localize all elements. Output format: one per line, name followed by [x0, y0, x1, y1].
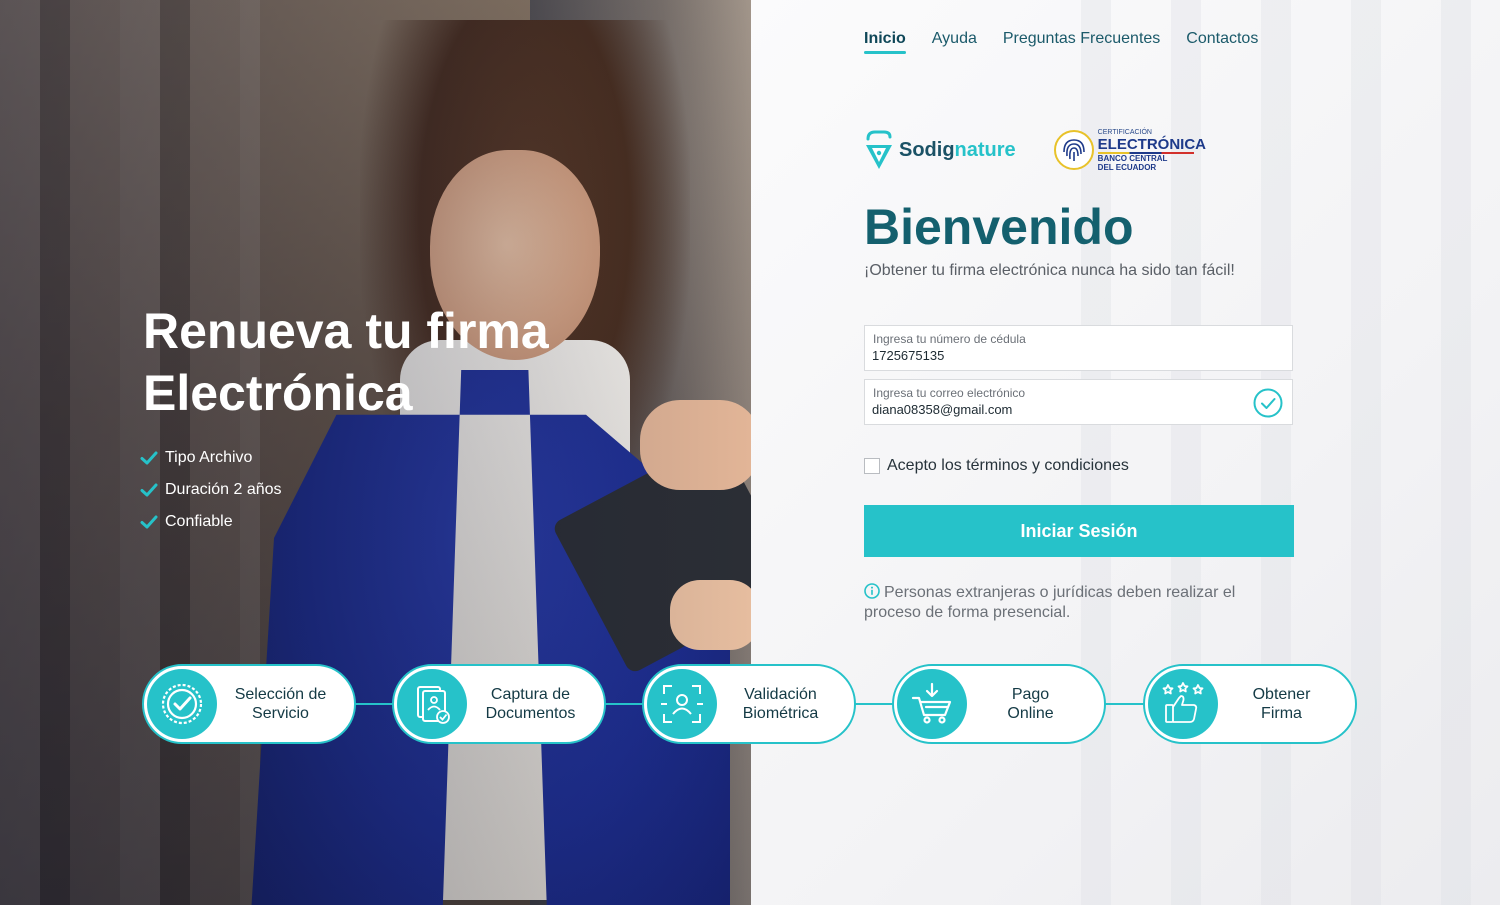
step-label-line: Servicio: [252, 705, 309, 722]
info-icon: [864, 583, 880, 599]
hero-section: Renueva tu firma Electrónica Tipo Archiv…: [0, 0, 751, 905]
foreigners-notice: Personas extranjeras o jurídicas deben r…: [864, 583, 1284, 623]
terms-checkbox[interactable]: [864, 458, 880, 474]
feature-list: Tipo Archivo Duración 2 años Confiable: [140, 442, 282, 538]
terms-label: Acepto los términos y condiciones: [887, 457, 1129, 474]
nav-item-ayuda[interactable]: Ayuda: [932, 30, 977, 54]
step-label: Pago Online: [967, 685, 1104, 723]
feature-label: Confiable: [165, 513, 233, 530]
valid-check-icon: [1253, 388, 1283, 418]
feature-item: Tipo Archivo: [140, 442, 282, 474]
email-input[interactable]: [872, 402, 1242, 417]
document-capture-icon: [397, 669, 467, 739]
feature-item: Confiable: [140, 506, 282, 538]
check-icon: [140, 451, 158, 465]
bce-logo-text: BANCO CENTRAL: [1097, 154, 1168, 163]
cedula-field-label: Ingresa tu número de cédula: [873, 332, 1026, 346]
step-captura-documentos[interactable]: Captura de Documentos: [392, 664, 606, 744]
wordmark-part: nature: [954, 138, 1016, 161]
bce-certificacion-logo: CERTIFICACIÓN ELECTRÓNICA BANCO CENTRAL …: [1053, 128, 1207, 172]
step-label-line: Validación: [744, 686, 817, 703]
step-label-line: Pago: [1011, 686, 1050, 703]
step-label: Captura de Documentos: [467, 685, 604, 723]
hero-title-line: Electrónica: [143, 365, 413, 421]
pen-nib-logo-icon: [866, 130, 892, 169]
nav-item-contactos[interactable]: Contactos: [1186, 30, 1258, 54]
wordmark-part: Sodig: [899, 138, 955, 161]
step-seleccion-servicio[interactable]: Selección de Servicio: [142, 664, 356, 744]
feature-item: Duración 2 años: [140, 474, 282, 506]
notice-text: Personas extranjeras o jurídicas deben r…: [864, 584, 1236, 621]
step-label-line: Obtener: [1252, 686, 1311, 703]
logo-row: Sodignature CERTIFICACIÓN ELECTRÓNICA BA…: [864, 128, 1206, 172]
step-label-line: Captura de: [490, 686, 571, 703]
top-nav: Inicio Ayuda Preguntas Frecuentes Contac…: [864, 30, 1284, 54]
step-label-line: Documentos: [485, 705, 576, 722]
hero-title-line: Renueva tu firma: [143, 303, 549, 359]
page-subtitle: ¡Obtener tu firma electrónica nunca ha s…: [864, 262, 1235, 279]
step-label-line: Selección de: [234, 686, 327, 703]
feature-label: Tipo Archivo: [165, 449, 253, 466]
thumbs-up-stars-icon: [1148, 669, 1218, 739]
email-field[interactable]: Ingresa tu correo electrónico: [864, 379, 1293, 425]
step-label: Validación Biométrica: [717, 685, 854, 723]
badge-check-icon: [147, 669, 217, 739]
step-label: Selección de Servicio: [217, 685, 354, 723]
face-scan-icon: [647, 669, 717, 739]
feature-label: Duración 2 años: [165, 481, 282, 498]
bce-logo-text: DEL ECUADOR: [1097, 163, 1157, 172]
terms-checkbox-row[interactable]: Acepto los términos y condiciones: [864, 457, 1129, 475]
hero-title: Renueva tu firma Electrónica: [143, 300, 623, 424]
cedula-input[interactable]: [872, 348, 1242, 363]
email-field-label: Ingresa tu correo electrónico: [873, 386, 1026, 400]
bce-logo-text: ELECTRÓNICA: [1097, 136, 1207, 153]
page-title: Bienvenido: [864, 199, 1134, 255]
nav-item-inicio[interactable]: Inicio: [864, 30, 906, 54]
step-label-line: Biométrica: [742, 705, 819, 722]
check-icon: [140, 483, 158, 497]
nav-item-preguntas-frecuentes[interactable]: Preguntas Frecuentes: [1003, 30, 1160, 54]
step-label-line: Online: [1007, 705, 1054, 722]
step-obtener-firma[interactable]: Obtener Firma: [1143, 664, 1357, 744]
step-pago-online[interactable]: Pago Online: [892, 664, 1106, 744]
sodignature-logo: Sodignature: [864, 129, 1016, 171]
cart-icon: [897, 669, 967, 739]
step-validacion-biometrica[interactable]: Validación Biométrica: [642, 664, 856, 744]
login-button[interactable]: Iniciar Sesión: [864, 505, 1294, 557]
sodignature-wordmark: Sodignature: [899, 139, 1016, 162]
step-label: Obtener Firma: [1218, 685, 1355, 723]
step-label-line: Firma: [1261, 705, 1302, 722]
hero-overlay: [0, 0, 751, 905]
fingerprint-icon: [1053, 130, 1094, 170]
cedula-field[interactable]: Ingresa tu número de cédula: [864, 325, 1293, 371]
check-icon: [140, 515, 158, 529]
